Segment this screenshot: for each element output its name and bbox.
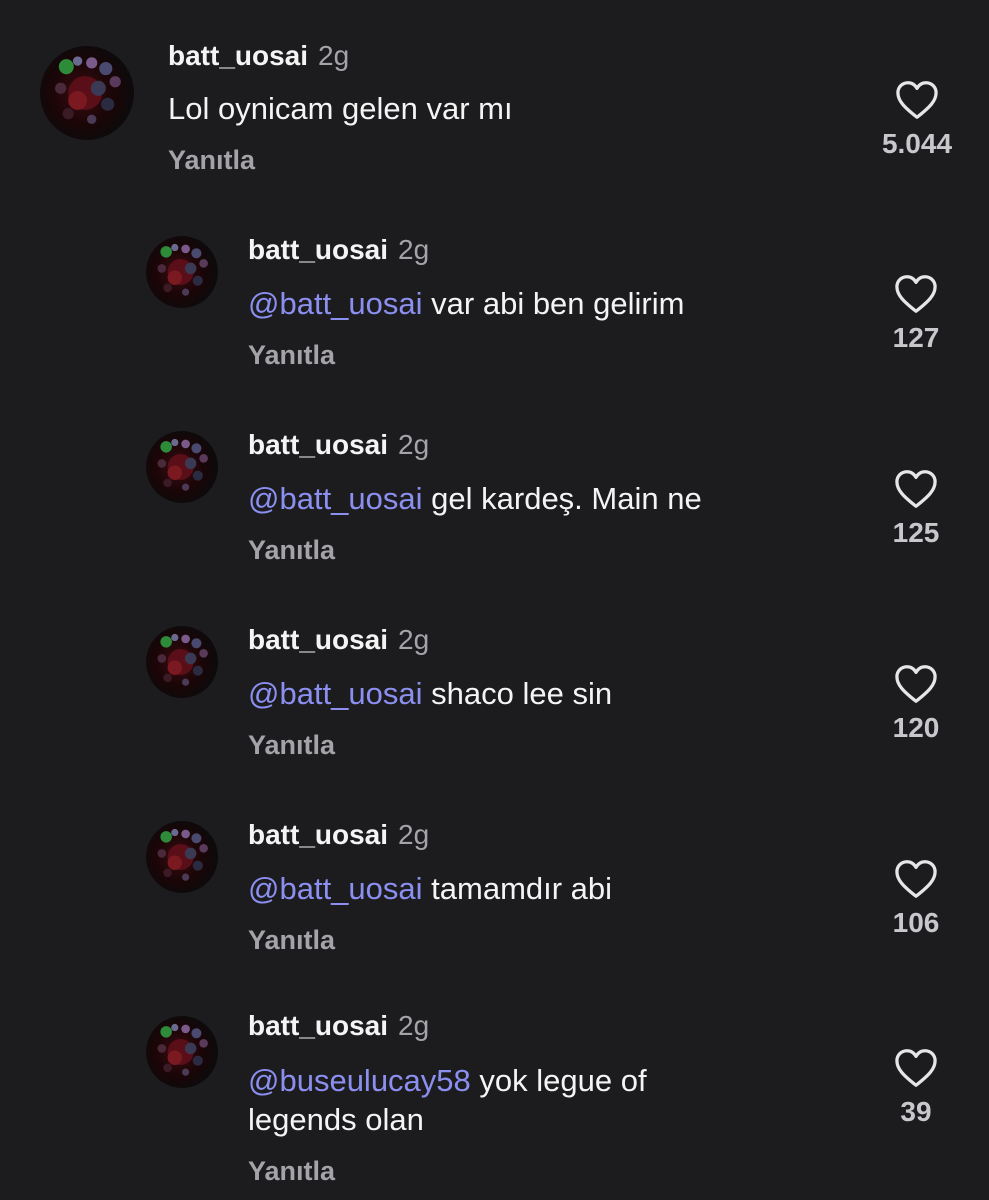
comment-meta: batt_uosai 2g — [168, 40, 349, 72]
timestamp: 2g — [318, 40, 350, 71]
comment-body: tamamdır abi — [431, 871, 613, 906]
avatar[interactable] — [146, 821, 218, 893]
reply-button[interactable]: Yanıtla — [248, 535, 335, 566]
comment-text: @batt_uosai shaco lee sin — [248, 675, 848, 714]
reply-button[interactable]: Yanıtla — [168, 145, 255, 176]
like-count: 106 — [892, 907, 940, 938]
like-button[interactable]: 125 — [866, 469, 966, 549]
like-button[interactable]: 127 — [866, 274, 966, 354]
heart-outline-icon — [895, 665, 937, 703]
timestamp: 2g — [398, 1010, 430, 1041]
mention-link[interactable]: @batt_uosai — [248, 676, 423, 711]
timestamp: 2g — [398, 429, 430, 460]
like-button[interactable]: 120 — [866, 664, 966, 744]
heart-outline-icon — [895, 860, 937, 898]
comment-meta: batt_uosai 2g — [248, 819, 429, 851]
comment-text: Lol oynicam gelen var mı — [168, 90, 848, 129]
timestamp: 2g — [398, 234, 430, 265]
comment-item: batt_uosai 2g Lol oynicam gelen var mı Ya… — [0, 0, 989, 200]
comment-meta: batt_uosai 2g — [248, 1010, 429, 1042]
username[interactable]: batt_uosai — [248, 819, 388, 850]
heart-outline-icon — [895, 1049, 937, 1087]
avatar-icon — [157, 1023, 208, 1076]
like-count: 120 — [892, 712, 940, 743]
heart-outline-icon — [896, 81, 938, 119]
avatar-icon — [55, 56, 121, 125]
heart-outline-icon — [895, 470, 937, 508]
comment-text: @batt_uosai gel kardeş. Main ne — [248, 480, 848, 519]
reply-item: batt_uosai 2g @buseulucay58 yok legue of … — [0, 980, 989, 1200]
like-count: 39 — [900, 1096, 932, 1127]
avatar[interactable] — [146, 236, 218, 308]
avatar[interactable] — [146, 431, 218, 503]
mention-link[interactable]: @buseulucay58 — [248, 1063, 471, 1098]
reply-button[interactable]: Yanıtla — [248, 925, 335, 956]
comment-body: shaco lee sin — [431, 676, 613, 711]
avatar-icon — [157, 243, 208, 296]
comment-body: Lol oynicam gelen var mı — [168, 91, 513, 126]
avatar-icon — [157, 438, 208, 491]
mention-link[interactable]: @batt_uosai — [248, 286, 423, 321]
username[interactable]: batt_uosai — [248, 234, 388, 265]
comment-body: var abi ben gelirim — [431, 286, 685, 321]
reply-item: batt_uosai 2g @batt_uosai gel kardeş. Mai… — [0, 395, 989, 590]
like-count: 127 — [892, 322, 940, 353]
like-button[interactable]: 5.044 — [867, 80, 967, 160]
avatar[interactable] — [146, 1016, 218, 1088]
comment-text: @batt_uosai tamamdır abi — [248, 870, 848, 909]
heart-outline-icon — [895, 275, 937, 313]
avatar[interactable] — [40, 46, 134, 140]
username[interactable]: batt_uosai — [248, 429, 388, 460]
avatar[interactable] — [146, 626, 218, 698]
mention-link[interactable]: @batt_uosai — [248, 481, 423, 516]
avatar-icon — [157, 633, 208, 686]
timestamp: 2g — [398, 624, 430, 655]
avatar-icon — [157, 828, 208, 881]
like-count: 5.044 — [881, 128, 953, 159]
reply-button[interactable]: Yanıtla — [248, 1156, 335, 1187]
reply-button[interactable]: Yanıtla — [248, 340, 335, 371]
comment-meta: batt_uosai 2g — [248, 234, 429, 266]
comment-text: @buseulucay58 yok legue of legends olan — [248, 1062, 738, 1140]
username[interactable]: batt_uosai — [248, 1010, 388, 1041]
comment-body: gel kardeş. Main ne — [431, 481, 702, 516]
like-button[interactable]: 106 — [866, 859, 966, 939]
like-button[interactable]: 39 — [866, 1048, 966, 1128]
mention-link[interactable]: @batt_uosai — [248, 871, 423, 906]
reply-button[interactable]: Yanıtla — [248, 730, 335, 761]
reply-item: batt_uosai 2g @batt_uosai shaco lee sin Y… — [0, 590, 989, 785]
comment-meta: batt_uosai 2g — [248, 624, 429, 656]
comment-meta: batt_uosai 2g — [248, 429, 429, 461]
reply-item: batt_uosai 2g @batt_uosai var abi ben gel… — [0, 200, 989, 395]
comment-text: @batt_uosai var abi ben gelirim — [248, 285, 848, 324]
reply-item: batt_uosai 2g @batt_uosai tamamdır abi Ya… — [0, 785, 989, 980]
username[interactable]: batt_uosai — [248, 624, 388, 655]
username[interactable]: batt_uosai — [168, 40, 308, 71]
timestamp: 2g — [398, 819, 430, 850]
like-count: 125 — [892, 517, 940, 548]
